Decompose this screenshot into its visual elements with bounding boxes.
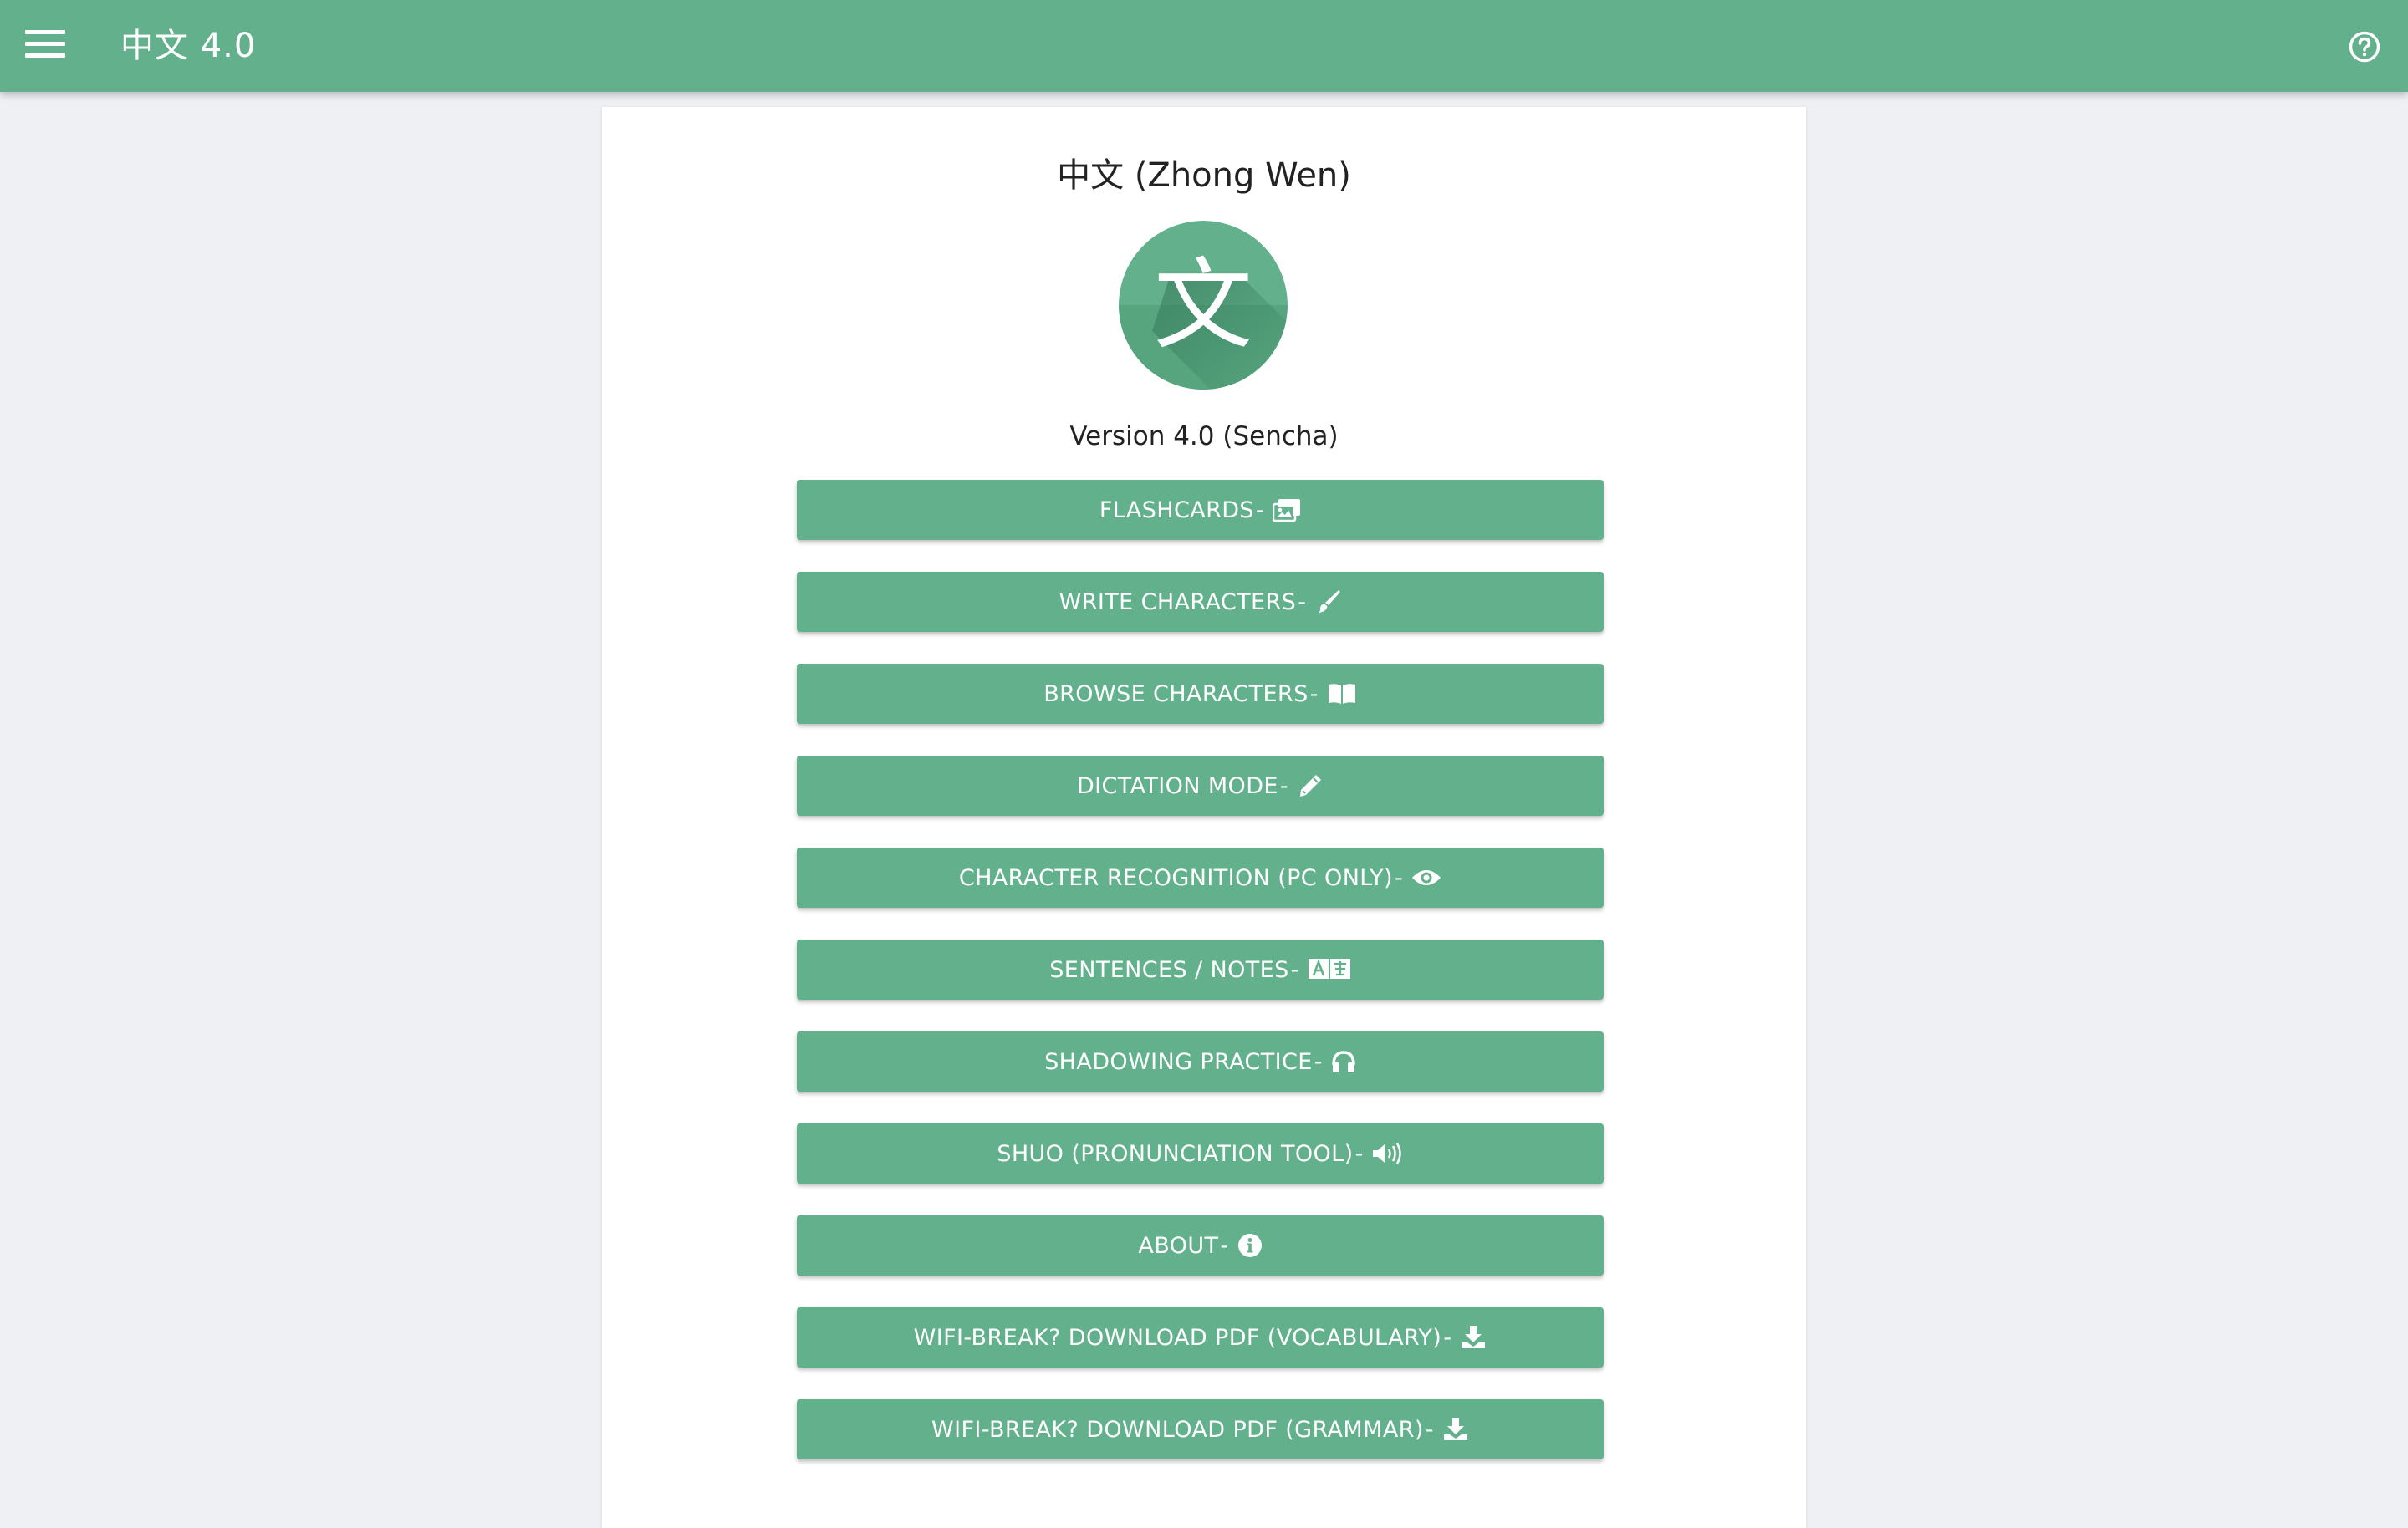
download-icon [1460,1325,1487,1350]
download-vocabulary-button[interactable]: WIFI-BREAK? DOWNLOAD PDF (VOCABULARY) - [797,1307,1604,1368]
button-label: SENTENCES / NOTES [1049,956,1289,983]
headphones-icon [1331,1050,1356,1073]
separator: - [1255,497,1265,523]
separator: - [1298,588,1307,615]
separator: - [1290,956,1299,983]
info-icon [1237,1233,1263,1258]
button-label: BROWSE CHARACTERS [1043,680,1309,707]
hamburger-menu-icon[interactable] [23,27,67,64]
separator: - [1309,680,1319,707]
page-title: 中文 (Zhong Wen) [1057,156,1351,195]
help-circle-icon[interactable] [2348,30,2381,64]
separator: - [1314,1048,1323,1075]
download-grammar-button[interactable]: WIFI-BREAK? DOWNLOAD PDF (GRAMMAR) - [797,1399,1604,1459]
character-recognition-button[interactable]: CHARACTER RECOGNITION (PC ONLY) - [797,848,1604,908]
logo-glyph: 文 [1154,247,1252,363]
button-label: WIFI-BREAK? DOWNLOAD PDF (VOCABULARY) [913,1324,1442,1351]
separator: - [1443,1324,1452,1351]
button-label: CHARACTER RECOGNITION (PC ONLY) [958,864,1393,891]
open-book-icon [1327,682,1357,705]
download-icon [1442,1417,1469,1442]
button-label: DICTATION MODE [1076,772,1278,799]
app-toolbar: 中文 4.0 [0,0,2408,92]
sentences-notes-button[interactable]: SENTENCES / NOTES - [797,940,1604,1000]
app-logo: 文 [1119,221,1288,390]
write-characters-button[interactable]: WRITE CHARACTERS - [797,572,1604,632]
shuo-pronunciation-button[interactable]: SHUO (PRONUNCIATION TOOL) - [797,1123,1604,1184]
button-label: WIFI-BREAK? DOWNLOAD PDF (GRAMMAR) [931,1416,1424,1443]
about-button[interactable]: ABOUT - [797,1215,1604,1276]
separator: - [1354,1140,1364,1167]
button-label: SHADOWING PRACTICE [1044,1048,1313,1075]
separator: - [1425,1416,1434,1443]
paintbrush-icon [1314,588,1341,615]
button-label: ABOUT [1138,1232,1219,1259]
separator: - [1279,772,1289,799]
images-icon [1273,498,1301,522]
button-label: FLASHCARDS [1099,497,1254,523]
flashcards-button[interactable]: FLASHCARDS - [797,480,1604,540]
separator: - [1394,864,1404,891]
pencil-icon [1297,772,1324,799]
version-text: Version 4.0 (Sencha) [1069,421,1339,451]
button-label: WRITE CHARACTERS [1059,588,1297,615]
separator: - [1220,1232,1229,1259]
shadowing-practice-button[interactable]: SHADOWING PRACTICE - [797,1031,1604,1092]
button-label: SHUO (PRONUNCIATION TOOL) [997,1140,1354,1167]
app-title: 中文 4.0 [120,27,257,65]
volume-icon [1372,1142,1404,1165]
translate-icon [1308,958,1351,981]
eye-icon [1411,868,1441,888]
browse-characters-button[interactable]: BROWSE CHARACTERS - [797,664,1604,724]
dictation-mode-button[interactable]: DICTATION MODE - [797,756,1604,816]
